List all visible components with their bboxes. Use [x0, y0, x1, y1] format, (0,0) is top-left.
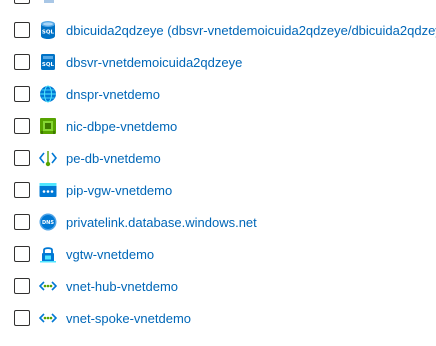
sql-database-icon: SQL: [39, 21, 57, 39]
row-checkbox[interactable]: [14, 22, 30, 38]
row-checkbox-partial[interactable]: [14, 0, 30, 4]
resource-link[interactable]: pe-db-vnetdemo: [66, 151, 161, 166]
resource-link[interactable]: vnet-hub-vnetdemo: [66, 279, 178, 294]
resource-icon-partial: [44, 0, 54, 3]
public-ip-icon: [39, 181, 57, 199]
list-item: pe-db-vnetdemo: [0, 142, 436, 174]
virtual-network-icon: [39, 309, 57, 327]
resource-link[interactable]: pip-vgw-vnetdemo: [66, 183, 172, 198]
list-item: DNS privatelink.database.windows.net: [0, 206, 436, 238]
row-checkbox[interactable]: [14, 182, 30, 198]
row-checkbox[interactable]: [14, 54, 30, 70]
resource-link[interactable]: vnet-spoke-vnetdemo: [66, 311, 191, 326]
resource-link[interactable]: dbsvr-vnetdemoicuida2qdzeye: [66, 55, 242, 70]
resource-link[interactable]: dbicuida2qdzeye (dbsvr-vnetdemoicuida2qd…: [66, 23, 436, 38]
resource-link[interactable]: vgtw-vnetdemo: [66, 247, 154, 262]
list-item: SQL dbicuida2qdzeye (dbsvr-vnetdemoicuid…: [0, 14, 436, 46]
sql-server-icon: SQL: [39, 53, 57, 71]
row-checkbox[interactable]: [14, 86, 30, 102]
row-checkbox[interactable]: [14, 214, 30, 230]
svg-text:SQL: SQL: [42, 62, 55, 68]
list-item: vnet-hub-vnetdemo: [0, 270, 436, 302]
private-endpoint-icon: [39, 149, 57, 167]
dns-zone-icon: DNS: [39, 213, 57, 231]
virtual-network-gateway-icon: [39, 245, 57, 263]
svg-text:DNS: DNS: [42, 220, 54, 226]
row-checkbox[interactable]: [14, 118, 30, 134]
row-checkbox[interactable]: [14, 310, 30, 326]
list-item: vgtw-vnetdemo: [0, 238, 436, 270]
row-checkbox[interactable]: [14, 150, 30, 166]
list-item: pip-vgw-vnetdemo: [0, 174, 436, 206]
resource-link[interactable]: nic-dbpe-vnetdemo: [66, 119, 177, 134]
dns-private-resolver-icon: [39, 85, 57, 103]
svg-text:SQL: SQL: [42, 30, 55, 36]
row-checkbox[interactable]: [14, 278, 30, 294]
resource-link[interactable]: privatelink.database.windows.net: [66, 215, 257, 230]
list-item: dnspr-vnetdemo: [0, 78, 436, 110]
list-item: vnet-spoke-vnetdemo: [0, 302, 436, 334]
resource-link[interactable]: dnspr-vnetdemo: [66, 87, 160, 102]
row-checkbox[interactable]: [14, 246, 30, 262]
virtual-network-icon: [39, 277, 57, 295]
list-item: SQL dbsvr-vnetdemoicuida2qdzeye: [0, 46, 436, 78]
network-interface-icon: [39, 117, 57, 135]
list-item: nic-dbpe-vnetdemo: [0, 110, 436, 142]
